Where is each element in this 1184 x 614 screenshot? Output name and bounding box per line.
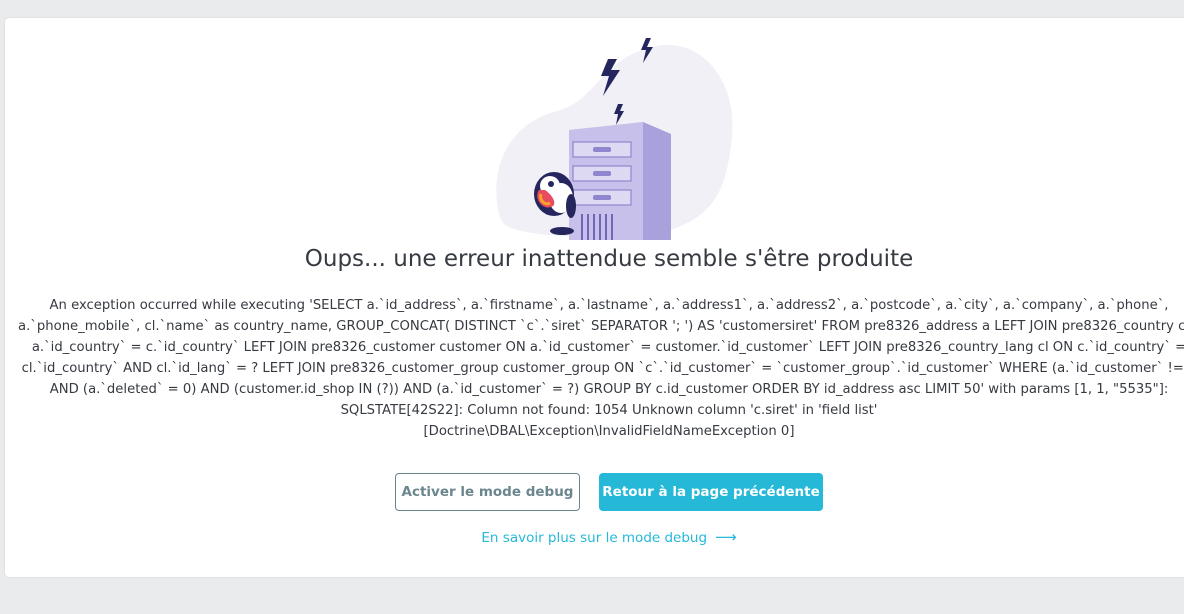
error-message-line: An exception occurred while executing 'S… xyxy=(49,298,1169,313)
learn-more-debug-link-label[interactable]: En savoir plus sur le mode debug xyxy=(481,530,707,546)
error-message-line: a.`id_country` = c.`id_country` LEFT JOI… xyxy=(31,340,1184,355)
page-title: Oups... une erreur inattendue semble s'ê… xyxy=(304,246,914,272)
error-message-line: [Doctrine\DBAL\Exception\InvalidFieldNam… xyxy=(423,424,795,439)
error-message-line: SQLSTATE[42S22]: Column not found: 1054 … xyxy=(340,403,878,418)
error-message-line: a.`phone_mobile`, cl.`name` as country_n… xyxy=(18,319,1184,334)
error-message: An exception occurred while executing 'S… xyxy=(5,295,1184,442)
learn-more-debug-link[interactable]: En savoir plus sur le mode debug ⟶ xyxy=(5,528,1184,546)
error-message-line: AND (a.`deleted` = 0) AND (customer.id_s… xyxy=(49,382,1169,397)
error-card: Oups... une erreur inattendue semble s'ê… xyxy=(5,18,1184,577)
arrow-right-icon: ⟶ xyxy=(715,528,737,546)
enable-debug-mode-button[interactable]: Activer le mode debug xyxy=(395,473,580,511)
server-error-illustration xyxy=(496,38,733,240)
error-message-line: cl.`id_country` AND cl.`id_lang` = ? LEF… xyxy=(21,361,1184,376)
back-to-previous-page-button[interactable]: Retour à la page précédente xyxy=(599,473,823,511)
